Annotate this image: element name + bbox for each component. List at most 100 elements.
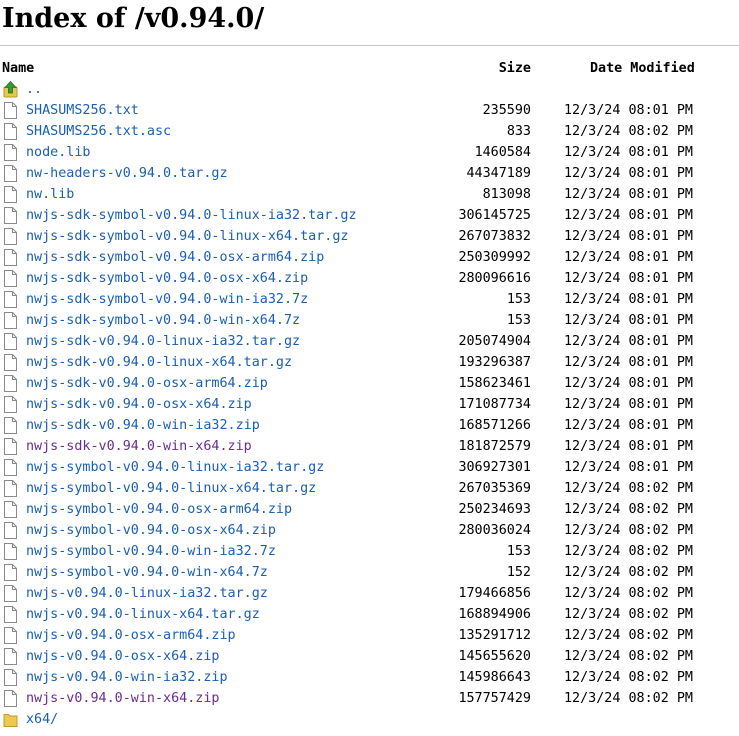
file-size: 181872579: [458, 439, 531, 454]
file-link[interactable]: nwjs-sdk-v0.94.0-linux-x64.tar.gz: [26, 352, 292, 373]
file-date-modified: 12/3/24 08:01 PM: [564, 103, 693, 118]
file-row: nwjs-sdk-symbol-v0.94.0-osx-x64.zip 28009…: [0, 268, 739, 289]
file-link[interactable]: nwjs-sdk-v0.94.0-win-x64.zip: [26, 436, 252, 457]
file-link[interactable]: nwjs-symbol-v0.94.0-win-x64.7z: [26, 562, 268, 583]
file-date-modified: 12/3/24 08:02 PM: [564, 124, 693, 139]
file-row: nwjs-sdk-v0.94.0-osx-x64.zip 171087734 12/…: [0, 394, 739, 415]
file-icon: [4, 417, 17, 434]
file-link[interactable]: nwjs-sdk-v0.94.0-win-ia32.zip: [26, 415, 260, 436]
file-date-modified: 12/3/24 08:01 PM: [564, 397, 693, 412]
file-row: nwjs-v0.94.0-linux-ia32.tar.gz 179466856 1…: [0, 583, 739, 604]
file-icon: [4, 249, 17, 266]
file-icon: [4, 522, 17, 539]
file-date-modified: 12/3/24 08:01 PM: [564, 292, 693, 307]
file-row: nwjs-sdk-symbol-v0.94.0-win-x64.7z 153 12/…: [0, 310, 739, 331]
file-date-modified: 12/3/24 08:01 PM: [564, 208, 693, 223]
file-size: 153: [506, 313, 531, 328]
file-icon: [4, 102, 17, 119]
file-size: 145986643: [458, 670, 531, 685]
file-row: nwjs-sdk-symbol-v0.94.0-linux-x64.tar.gz…: [0, 226, 739, 247]
file-size: 267035369: [458, 481, 531, 496]
file-link[interactable]: nwjs-symbol-v0.94.0-osx-arm64.zip: [26, 499, 292, 520]
parent-directory-link[interactable]: ..: [26, 79, 42, 100]
file-row: nw.lib 813098 12/3/24 08:01 PM: [0, 184, 739, 205]
file-link[interactable]: nwjs-v0.94.0-linux-x64.tar.gz: [26, 604, 260, 625]
file-icon: [4, 459, 17, 476]
file-date-modified: 12/3/24 08:01 PM: [564, 355, 693, 370]
file-link[interactable]: nwjs-symbol-v0.94.0-linux-x64.tar.gz: [26, 478, 316, 499]
file-row: nwjs-symbol-v0.94.0-linux-x64.tar.gz 2670…: [0, 478, 739, 499]
file-link[interactable]: SHASUMS256.txt.asc: [26, 121, 171, 142]
file-size: 267073832: [458, 229, 531, 244]
file-size: 157757429: [458, 691, 531, 706]
file-row: nwjs-v0.94.0-osx-x64.zip 145655620 12/3/24…: [0, 646, 739, 667]
file-size: 250234693: [458, 502, 531, 517]
file-link[interactable]: nwjs-v0.94.0-osx-x64.zip: [26, 646, 219, 667]
file-link[interactable]: nwjs-symbol-v0.94.0-linux-ia32.tar.gz: [26, 457, 324, 478]
file-link[interactable]: nw.lib: [26, 184, 74, 205]
directory-link[interactable]: x64/: [26, 709, 58, 730]
file-icon: [4, 690, 17, 707]
file-link[interactable]: nwjs-sdk-symbol-v0.94.0-osx-arm64.zip: [26, 247, 324, 268]
parent-directory-arrow-icon: [3, 81, 18, 98]
file-date-modified: 12/3/24 08:01 PM: [564, 187, 693, 202]
file-size: 168571266: [458, 418, 531, 433]
parent-directory-row: ..: [0, 79, 739, 100]
file-link[interactable]: nwjs-v0.94.0-linux-ia32.tar.gz: [26, 583, 268, 604]
file-size: 153: [506, 292, 531, 307]
file-size: 153: [506, 544, 531, 559]
file-icon: [4, 375, 17, 392]
file-size: 44347189: [466, 166, 532, 181]
file-link[interactable]: nwjs-v0.94.0-osx-arm64.zip: [26, 625, 236, 646]
file-link[interactable]: nwjs-sdk-v0.94.0-osx-x64.zip: [26, 394, 252, 415]
file-link[interactable]: nwjs-symbol-v0.94.0-osx-x64.zip: [26, 520, 276, 541]
file-size: 135291712: [458, 628, 531, 643]
file-row: nwjs-symbol-v0.94.0-win-ia32.7z 153 12/3/2…: [0, 541, 739, 562]
file-link[interactable]: SHASUMS256.txt: [26, 100, 139, 121]
file-icon: [4, 165, 17, 182]
file-link[interactable]: nwjs-sdk-symbol-v0.94.0-linux-ia32.tar.g…: [26, 205, 357, 226]
file-row: nwjs-sdk-v0.94.0-osx-arm64.zip 158623461 1…: [0, 373, 739, 394]
file-link[interactable]: nwjs-sdk-v0.94.0-linux-ia32.tar.gz: [26, 331, 300, 352]
file-link[interactable]: nwjs-sdk-symbol-v0.94.0-win-x64.7z: [26, 310, 300, 331]
file-icon: [4, 228, 17, 245]
file-row: nwjs-v0.94.0-osx-arm64.zip 135291712 12/3/…: [0, 625, 739, 646]
file-date-modified: 12/3/24 08:02 PM: [564, 691, 693, 706]
file-date-modified: 12/3/24 08:02 PM: [564, 649, 693, 664]
file-size: 145655620: [458, 649, 531, 664]
file-size: 152: [506, 565, 531, 580]
file-date-modified: 12/3/24 08:02 PM: [564, 523, 693, 538]
file-link[interactable]: node.lib: [26, 142, 91, 163]
file-row: nwjs-v0.94.0-linux-x64.tar.gz 168894906 12…: [0, 604, 739, 625]
file-row: nwjs-sdk-v0.94.0-linux-x64.tar.gz 1932963…: [0, 352, 739, 373]
file-link[interactable]: nw-headers-v0.94.0.tar.gz: [26, 163, 228, 184]
file-row: SHASUMS256.txt.asc 833 12/3/24 08:02 PM: [0, 121, 739, 142]
file-date-modified: 12/3/24 08:02 PM: [564, 481, 693, 496]
file-date-modified: 12/3/24 08:01 PM: [564, 418, 693, 433]
file-link[interactable]: nwjs-v0.94.0-win-x64.zip: [26, 688, 219, 709]
file-icon: [4, 480, 17, 497]
file-size: 171087734: [458, 397, 531, 412]
file-link[interactable]: nwjs-sdk-v0.94.0-osx-arm64.zip: [26, 373, 268, 394]
file-size: 833: [506, 124, 531, 139]
file-date-modified: 12/3/24 08:01 PM: [564, 439, 693, 454]
file-icon: [4, 648, 17, 665]
file-date-modified: 12/3/24 08:02 PM: [564, 586, 693, 601]
file-size: 193296387: [458, 355, 531, 370]
file-link[interactable]: nwjs-v0.94.0-win-ia32.zip: [26, 667, 228, 688]
file-date-modified: 12/3/24 08:01 PM: [564, 376, 693, 391]
file-link[interactable]: nwjs-sdk-symbol-v0.94.0-osx-x64.zip: [26, 268, 308, 289]
file-date-modified: 12/3/24 08:01 PM: [564, 166, 693, 181]
file-link[interactable]: nwjs-sdk-symbol-v0.94.0-linux-x64.tar.gz: [26, 226, 348, 247]
file-link[interactable]: nwjs-symbol-v0.94.0-win-ia32.7z: [26, 541, 276, 562]
file-date-modified: 12/3/24 08:01 PM: [564, 145, 693, 160]
file-row: nwjs-v0.94.0-win-x64.zip 157757429 12/3/24…: [0, 688, 739, 709]
file-link[interactable]: nwjs-sdk-symbol-v0.94.0-win-ia32.7z: [26, 289, 308, 310]
column-header-row: Name Size Date Modified: [0, 58, 739, 79]
file-size: 250309992: [458, 250, 531, 265]
file-size: 1460584: [474, 145, 531, 160]
file-size: 168894906: [458, 607, 531, 622]
file-icon: [4, 501, 17, 518]
file-row: nwjs-sdk-v0.94.0-win-x64.zip 181872579 12/…: [0, 436, 739, 457]
file-date-modified: 12/3/24 08:02 PM: [564, 670, 693, 685]
